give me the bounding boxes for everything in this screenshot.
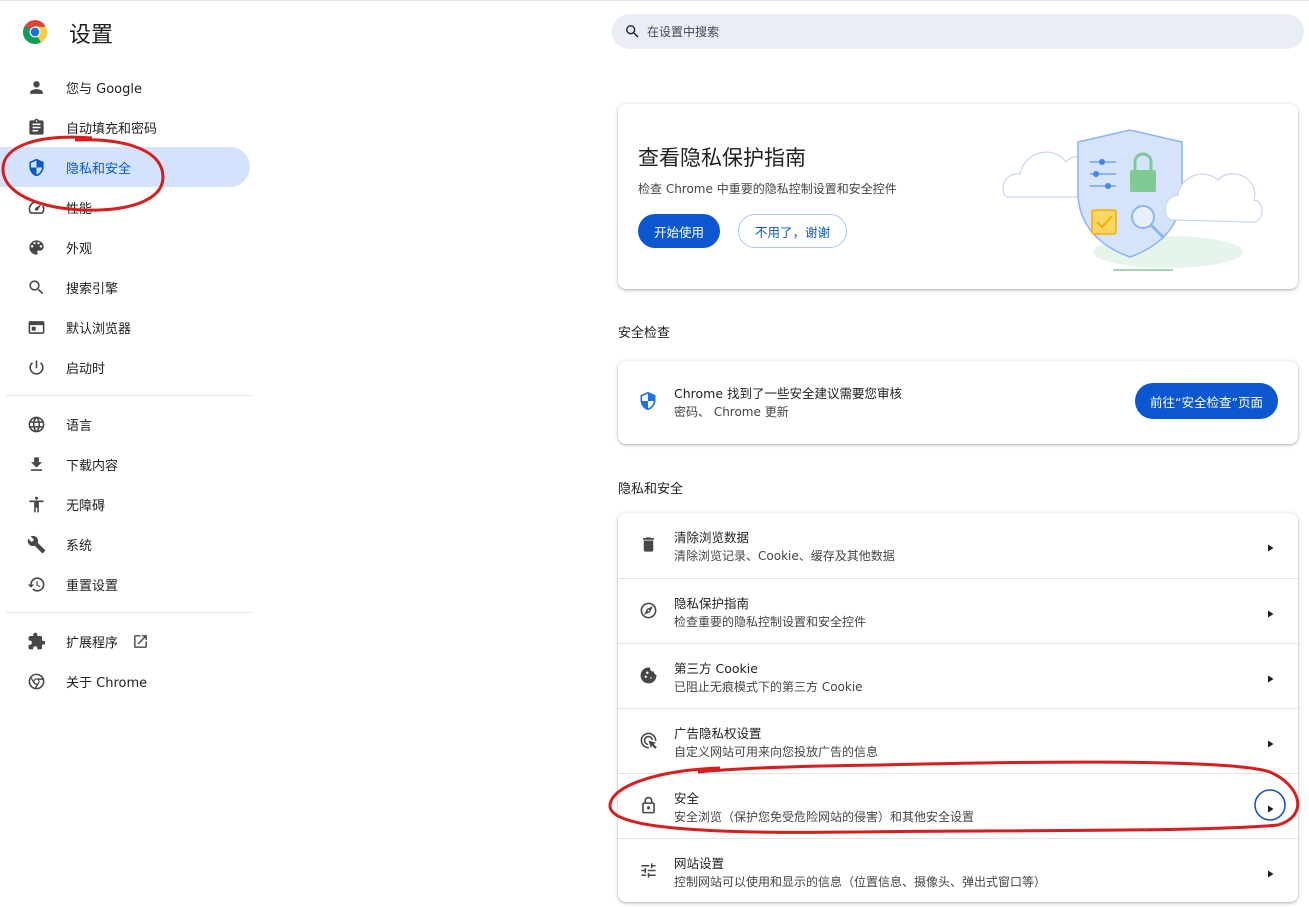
page-title: 设置 <box>69 23 114 48</box>
search-icon <box>28 279 43 294</box>
arrow-right-icon <box>1268 805 1274 813</box>
sidebar-divider <box>6 612 251 613</box>
sidebar-item-extensions[interactable]: 扩展程序 <box>0 621 252 661</box>
sidebar-item-label: 无障碍 <box>66 498 106 514</box>
puzzle-icon <box>28 632 45 649</box>
arrow-right-icon <box>1268 675 1274 683</box>
chrome-logo-icon <box>23 20 47 44</box>
power-icon <box>28 359 44 375</box>
sidebar-item-performance[interactable]: 性能 <box>0 187 252 227</box>
row-subtitle: 已阻止无痕模式下的第三方 Cookie <box>674 680 863 694</box>
sidebar-item-privacy-security[interactable]: 隐私和安全 <box>0 147 252 187</box>
search-icon <box>626 25 639 38</box>
row-title: 安全 <box>674 791 700 806</box>
browser-window-icon <box>28 320 44 334</box>
sidebar-item-label: 隐私和安全 <box>66 161 132 177</box>
privacy-guide-illustration <box>1002 129 1263 271</box>
sidebar-item-label: 外观 <box>66 241 93 257</box>
sidebar-item-label: 重置设置 <box>66 578 119 594</box>
download-icon <box>30 456 42 471</box>
no-thanks-button[interactable]: 不用了，谢谢 <box>738 214 848 248</box>
top-border <box>0 0 1309 1</box>
tune-icon <box>640 862 656 878</box>
speedometer-icon <box>28 200 44 214</box>
safety-check-message: Chrome 找到了一些安全建议需要您审核 <box>674 386 903 401</box>
sidebar-item-reset-settings[interactable]: 重置设置 <box>0 564 252 604</box>
sidebar-divider <box>6 395 251 396</box>
cookie-icon <box>640 667 656 683</box>
sidebar-item-label: 您与 Google <box>66 81 142 97</box>
privacy-settings-list: 清除浏览数据 清除浏览记录、Cookie、缓存及其他数据 隐私保护指南 检查重要… <box>618 513 1298 902</box>
sidebar-item-system[interactable]: 系统 <box>0 524 252 564</box>
sidebar-item-default-browser[interactable]: 默认浏览器 <box>0 307 252 347</box>
arrow-right-icon <box>1268 544 1274 552</box>
row-subtitle: 检查重要的隐私控制设置和安全控件 <box>674 615 867 629</box>
clipboard-icon <box>28 118 44 135</box>
row-title: 广告隐私权设置 <box>674 726 762 741</box>
row-subtitle: 清除浏览记录、Cookie、缓存及其他数据 <box>674 549 895 563</box>
privacy-guide-promo-card: 查看隐私保护指南 检查 Chrome 中重要的隐私控制设置和安全控件 开始使用 … <box>618 104 1298 289</box>
row-title: 第三方 Cookie <box>674 661 758 676</box>
get-started-button[interactable]: 开始使用 <box>638 214 721 248</box>
trash-icon <box>642 536 654 552</box>
row-title: 隐私保护指南 <box>674 596 750 611</box>
palette-icon <box>28 239 44 255</box>
safety-check-card: Chrome 找到了一些安全建议需要您审核 密码、 Chrome 更新 前往“安… <box>618 361 1298 444</box>
chrome-icon <box>28 673 44 689</box>
list-item-privacy-guide[interactable]: 隐私保护指南 检查重要的隐私控制设置和安全控件 <box>618 578 1298 643</box>
accessibility-icon <box>28 496 44 512</box>
lock-icon <box>641 796 655 813</box>
sidebar-item-accessibility[interactable]: 无障碍 <box>0 484 252 524</box>
sidebar-item-you-and-google[interactable]: 您与 Google <box>0 67 252 107</box>
globe-icon <box>28 416 44 432</box>
sidebar-item-label: 下载内容 <box>66 458 119 474</box>
sidebar-item-search-engine[interactable]: 搜索引擎 <box>0 267 252 307</box>
row-subtitle: 控制网站可以使用和显示的信息（位置信息、摄像头、弹出式窗口等） <box>674 875 1047 889</box>
shield-icon <box>28 158 44 176</box>
sidebar-item-label: 自动填充和密码 <box>66 121 158 137</box>
ads-click-icon <box>640 732 657 749</box>
sidebar-item-languages[interactable]: 语言 <box>0 404 252 444</box>
list-item-site-settings[interactable]: 网站设置 控制网站可以使用和显示的信息（位置信息、摄像头、弹出式窗口等） <box>618 838 1298 902</box>
list-item-third-party-cookies[interactable]: 第三方 Cookie 已阻止无痕模式下的第三方 Cookie <box>618 643 1298 708</box>
open-in-new-icon <box>134 634 147 648</box>
promo-title: 查看隐私保护指南 <box>638 146 806 170</box>
sidebar-item-about-chrome[interactable]: 关于 Chrome <box>0 661 252 701</box>
sidebar-item-label: 搜索引擎 <box>66 281 119 297</box>
sidebar-item-label: 性能 <box>66 201 93 217</box>
sidebar-item-label: 默认浏览器 <box>66 321 132 337</box>
search-input[interactable] <box>647 24 1267 39</box>
sidebar-nav: 您与 Google 自动填充和密码 隐私和安全 性能 外观 搜索引擎 默认浏览器… <box>0 67 252 701</box>
person-icon <box>29 80 43 94</box>
safety-check-section-title: 安全检查 <box>618 326 671 341</box>
shield-check-icon <box>640 391 656 411</box>
compass-icon <box>640 602 656 618</box>
sidebar-item-label: 语言 <box>66 418 93 434</box>
list-item-clear-browsing-data[interactable]: 清除浏览数据 清除浏览记录、Cookie、缓存及其他数据 <box>618 513 1298 578</box>
safety-check-details: 密码、 Chrome 更新 <box>674 405 789 419</box>
sidebar-item-label: 系统 <box>66 538 93 554</box>
row-subtitle: 安全浏览（保护您免受危险网站的侵害）和其他安全设置 <box>674 810 975 824</box>
wrench-icon <box>27 535 45 553</box>
go-to-safety-check-button[interactable]: 前往“安全检查”页面 <box>1135 383 1278 419</box>
sidebar-item-appearance[interactable]: 外观 <box>0 227 252 267</box>
row-title: 清除浏览数据 <box>674 530 750 545</box>
history-icon <box>27 576 44 592</box>
list-item-security[interactable]: 安全 安全浏览（保护您免受危险网站的侵害）和其他安全设置 <box>618 773 1298 838</box>
sidebar-item-label: 扩展程序 <box>66 635 119 651</box>
sidebar-item-label: 启动时 <box>66 361 106 377</box>
sidebar-item-label: 关于 Chrome <box>66 675 148 691</box>
settings-search-box[interactable] <box>612 14 1304 49</box>
arrow-right-icon <box>1268 610 1274 618</box>
sidebar-item-autofill[interactable]: 自动填充和密码 <box>0 107 252 147</box>
arrow-right-icon <box>1268 870 1274 878</box>
privacy-section-title: 隐私和安全 <box>618 482 684 497</box>
list-item-ad-privacy[interactable]: 广告隐私权设置 自定义网站可用来向您投放广告的信息 <box>618 708 1298 773</box>
arrow-right-icon <box>1268 740 1274 748</box>
promo-description: 检查 Chrome 中重要的隐私控制设置和安全控件 <box>638 182 897 196</box>
row-subtitle: 自定义网站可用来向您投放广告的信息 <box>674 745 879 759</box>
sidebar-item-downloads[interactable]: 下载内容 <box>0 444 252 484</box>
sidebar-item-on-startup[interactable]: 启动时 <box>0 347 252 387</box>
row-title: 网站设置 <box>674 856 725 871</box>
